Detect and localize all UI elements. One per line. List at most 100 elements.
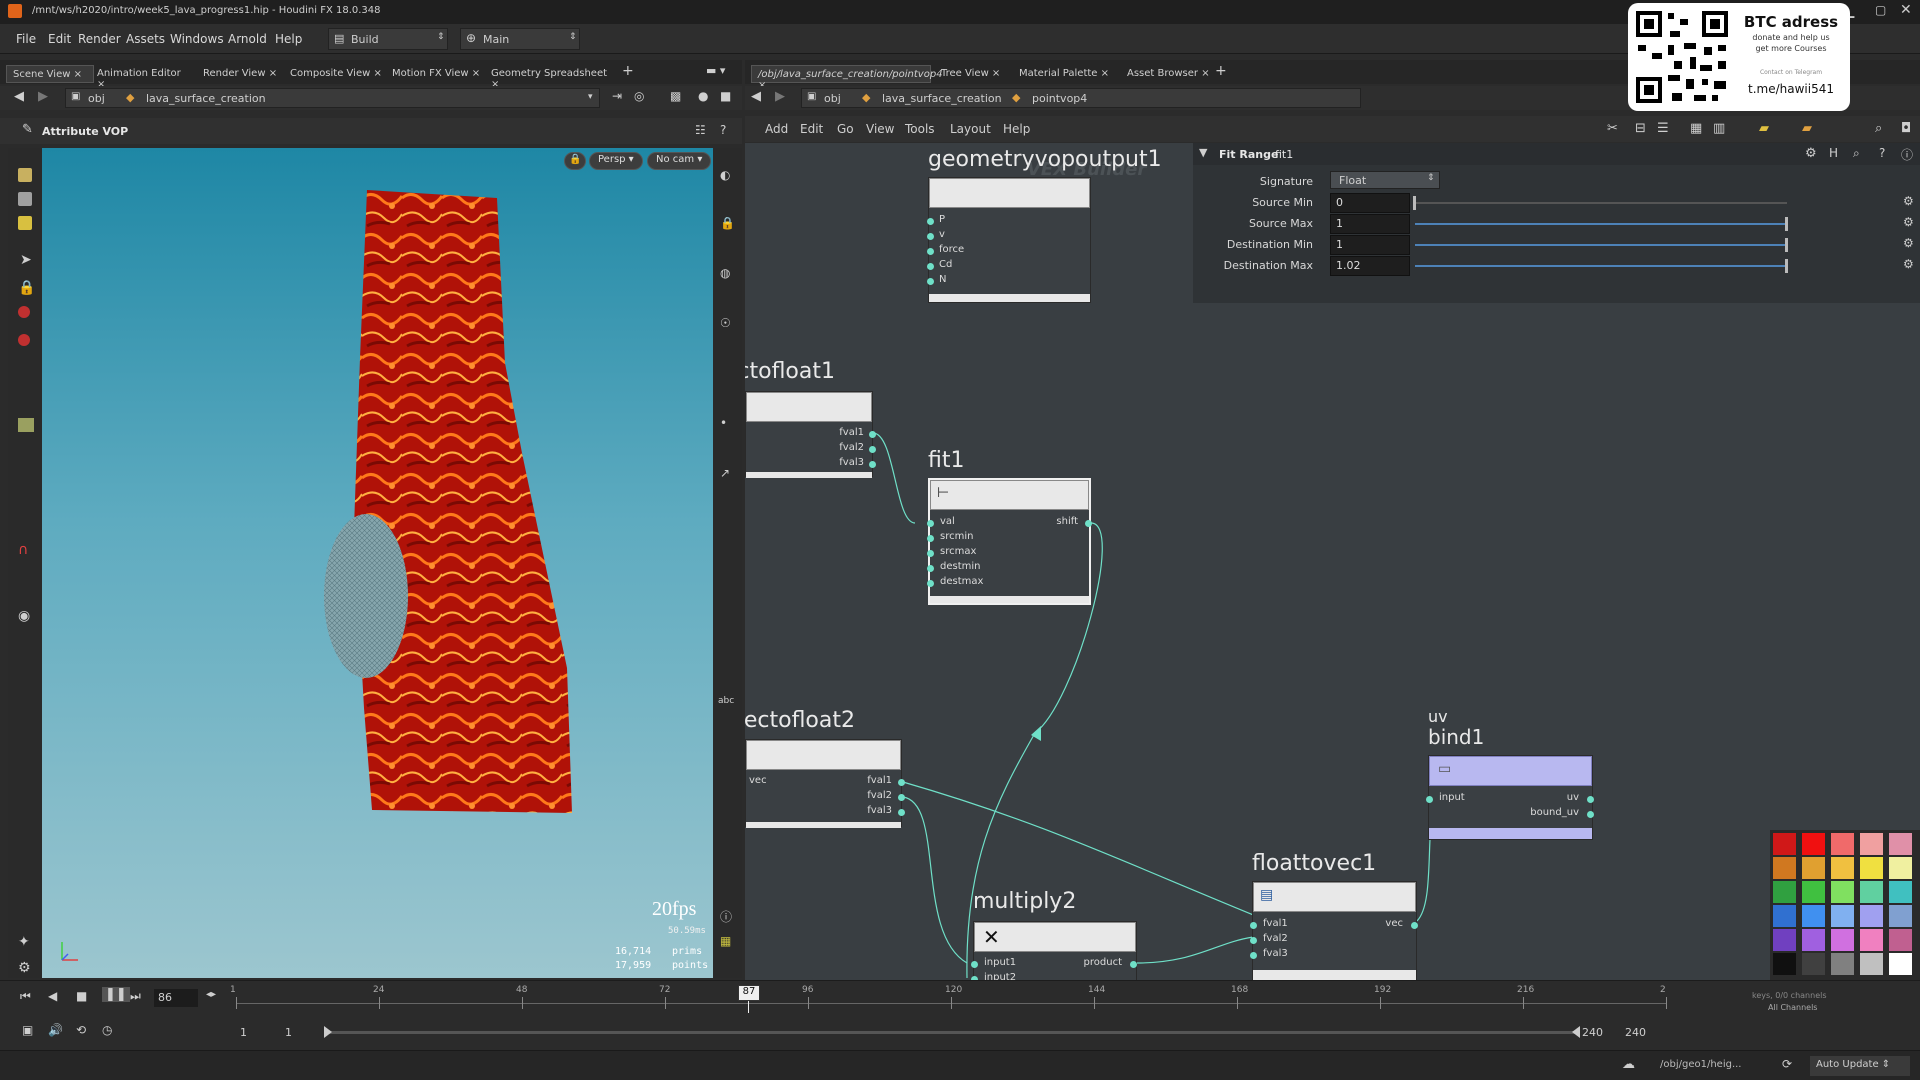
color-swatch[interactable] bbox=[1773, 929, 1796, 951]
menu-render[interactable]: Render bbox=[78, 32, 121, 46]
param-slider[interactable] bbox=[1413, 196, 1787, 210]
param-value-field[interactable]: 1 bbox=[1330, 214, 1410, 234]
add-tab-icon[interactable]: + bbox=[1215, 63, 1227, 79]
frame-step-icon[interactable]: ◂▸ bbox=[206, 989, 216, 1000]
jump-start-icon[interactable]: ⏮ bbox=[20, 989, 31, 1004]
color-swatch[interactable] bbox=[1831, 929, 1854, 951]
param-slider[interactable] bbox=[1415, 217, 1788, 231]
menu-assets[interactable]: Assets bbox=[126, 32, 165, 46]
back-arrow-icon[interactable]: ◀ bbox=[14, 89, 24, 104]
current-frame-field[interactable]: 86 bbox=[154, 989, 198, 1007]
keyframe-icon[interactable]: ▣ bbox=[22, 1023, 33, 1037]
forward-arrow-icon[interactable]: ▶ bbox=[38, 89, 48, 104]
auto-update-menu[interactable]: Auto Update ⇕ bbox=[1810, 1056, 1910, 1076]
columns-icon[interactable]: ▥ bbox=[1713, 121, 1725, 136]
help-icon[interactable]: ? bbox=[720, 123, 726, 137]
color-swatch[interactable] bbox=[1773, 905, 1796, 927]
brush-icon[interactable] bbox=[18, 334, 30, 346]
tab-scene-view[interactable]: Scene View × bbox=[6, 65, 94, 83]
param-slider-handle[interactable] bbox=[1785, 259, 1788, 273]
net-menu-help[interactable]: Help bbox=[1003, 122, 1030, 136]
grid-icon[interactable]: ▦ bbox=[720, 934, 731, 948]
right-path-field[interactable]: ▣ obj ◆ lava_surface_creation ◆ pointvop… bbox=[801, 88, 1361, 108]
add-tab-icon[interactable]: + bbox=[622, 63, 634, 79]
color-swatch[interactable] bbox=[1860, 953, 1883, 975]
param-gear-icon[interactable]: ⚙ bbox=[1903, 257, 1914, 271]
range-end-2[interactable]: 240 bbox=[1625, 1026, 1646, 1039]
color-swatch[interactable] bbox=[1773, 833, 1796, 855]
range-start-2[interactable]: 1 bbox=[285, 1026, 292, 1039]
step-back-icon[interactable]: ◀ bbox=[48, 989, 57, 1003]
color-swatch[interactable] bbox=[1860, 833, 1883, 855]
param-gear-icon[interactable]: ⚙ bbox=[1903, 215, 1914, 229]
point-numbers-icon[interactable]: • bbox=[720, 416, 727, 430]
stop-icon[interactable]: ■ bbox=[76, 989, 87, 1003]
lock-view-icon[interactable]: 🔒 bbox=[720, 216, 735, 230]
net-menu-tools[interactable]: Tools bbox=[905, 122, 935, 136]
lock-camera-button[interactable]: 🔒 bbox=[564, 152, 587, 170]
color-swatch[interactable] bbox=[1831, 953, 1854, 975]
param-value-field[interactable]: 0 bbox=[1330, 193, 1410, 213]
grid-view-icon[interactable]: ▦ bbox=[1690, 121, 1702, 136]
net-menu-go[interactable]: Go bbox=[837, 122, 854, 136]
pane-menu-icon[interactable]: ▬ ▾ bbox=[706, 64, 725, 77]
tab-geometry-spreadsheet[interactable]: Geometry Spreadsheet × bbox=[491, 65, 613, 90]
param-gear-icon[interactable]: ⚙ bbox=[1903, 194, 1914, 208]
tab-motion-fx-view[interactable]: Motion FX View × bbox=[392, 65, 484, 83]
param-value-field[interactable]: 1.02 bbox=[1330, 256, 1410, 276]
forward-arrow-icon[interactable]: ▶ bbox=[775, 89, 785, 104]
magnet-icon[interactable]: ∩ bbox=[18, 542, 28, 558]
text-icon[interactable]: abc bbox=[718, 696, 734, 706]
param-slider-handle[interactable] bbox=[1785, 238, 1788, 252]
color-swatch[interactable] bbox=[1860, 929, 1883, 951]
search-icon[interactable]: ⌕ bbox=[1853, 146, 1860, 161]
paint-icon[interactable] bbox=[18, 306, 30, 318]
color-swatch[interactable] bbox=[1889, 953, 1912, 975]
tab-network-pointvop4[interactable]: /obj/lava_surface_creation/pointvop4 × bbox=[751, 65, 943, 91]
tree-icon[interactable]: ⊟ bbox=[1635, 121, 1646, 136]
link-icon[interactable]: ◎ bbox=[634, 89, 644, 103]
audio-icon[interactable]: 🔊 bbox=[48, 1023, 63, 1037]
color-swatch[interactable] bbox=[1831, 833, 1854, 855]
param-slider-handle[interactable] bbox=[1413, 196, 1416, 210]
color-swatch[interactable] bbox=[1802, 833, 1825, 855]
tools-icon[interactable]: ✂ bbox=[1607, 121, 1618, 136]
realtime-icon[interactable]: ◷ bbox=[102, 1023, 112, 1037]
color-swatch[interactable] bbox=[1802, 953, 1825, 975]
timeline-ruler[interactable]: 1 24 48 72 96 120 144 168 192 216 2 87 bbox=[230, 985, 1667, 1013]
jump-end-icon[interactable]: ⏭ bbox=[130, 989, 141, 1004]
tab-material-palette[interactable]: Material Palette × bbox=[1019, 65, 1119, 83]
maximize-pane-icon[interactable]: ■ bbox=[720, 89, 731, 103]
param-slider-handle[interactable] bbox=[1785, 217, 1788, 231]
pause-icon[interactable]: ❚❚ bbox=[102, 987, 130, 1002]
color-swatch[interactable] bbox=[1773, 857, 1796, 879]
color-swatch[interactable] bbox=[1802, 881, 1825, 903]
net-menu-add[interactable]: Add bbox=[765, 122, 788, 136]
camera-icon[interactable]: ◉ bbox=[18, 608, 30, 624]
display-options-icon[interactable]: ◐ bbox=[720, 168, 730, 182]
build-desktop-select[interactable]: ▤ Build ⇕ bbox=[328, 28, 448, 50]
color-swatch[interactable] bbox=[1802, 905, 1825, 927]
node-floattovec1[interactable]: ▤ fval1 fval2 fval3 vec bbox=[1250, 881, 1418, 981]
render-icon[interactable]: ● bbox=[698, 89, 708, 103]
color-swatch[interactable] bbox=[1802, 929, 1825, 951]
color-swatch[interactable] bbox=[1831, 857, 1854, 879]
net-menu-layout[interactable]: Layout bbox=[950, 122, 991, 136]
range-end-1[interactable]: 240 bbox=[1582, 1026, 1603, 1039]
node-fit1[interactable]: ⊢ val srcmin srcmax destmin destmax shif… bbox=[927, 478, 1092, 605]
normals-icon[interactable]: ↗ bbox=[720, 466, 730, 480]
color-swatch[interactable] bbox=[1860, 905, 1883, 927]
list-icon[interactable]: ☰ bbox=[1657, 121, 1669, 136]
main-desktop-select[interactable]: ⊕ Main ⇕ bbox=[460, 28, 580, 50]
gear-icon[interactable]: ⚙ bbox=[1805, 146, 1817, 161]
net-menu-edit[interactable]: Edit bbox=[800, 122, 823, 136]
tab-tree-view[interactable]: Tree View × bbox=[941, 65, 1011, 83]
scene-viewport[interactable]: 🔒 Persp ▾ No cam ▾ 20fps 50.59ms 16,714 … bbox=[42, 148, 713, 978]
signature-select[interactable]: Float ⇕ bbox=[1330, 171, 1440, 189]
param-gear-icon[interactable]: ⚙ bbox=[1903, 236, 1914, 250]
back-arrow-icon[interactable]: ◀ bbox=[751, 89, 761, 104]
display-options-icon[interactable]: ☷ bbox=[695, 123, 706, 137]
pin-icon[interactable]: ⇥ bbox=[612, 89, 622, 103]
color-swatch[interactable] bbox=[1889, 881, 1912, 903]
color-swatch[interactable] bbox=[1802, 857, 1825, 879]
